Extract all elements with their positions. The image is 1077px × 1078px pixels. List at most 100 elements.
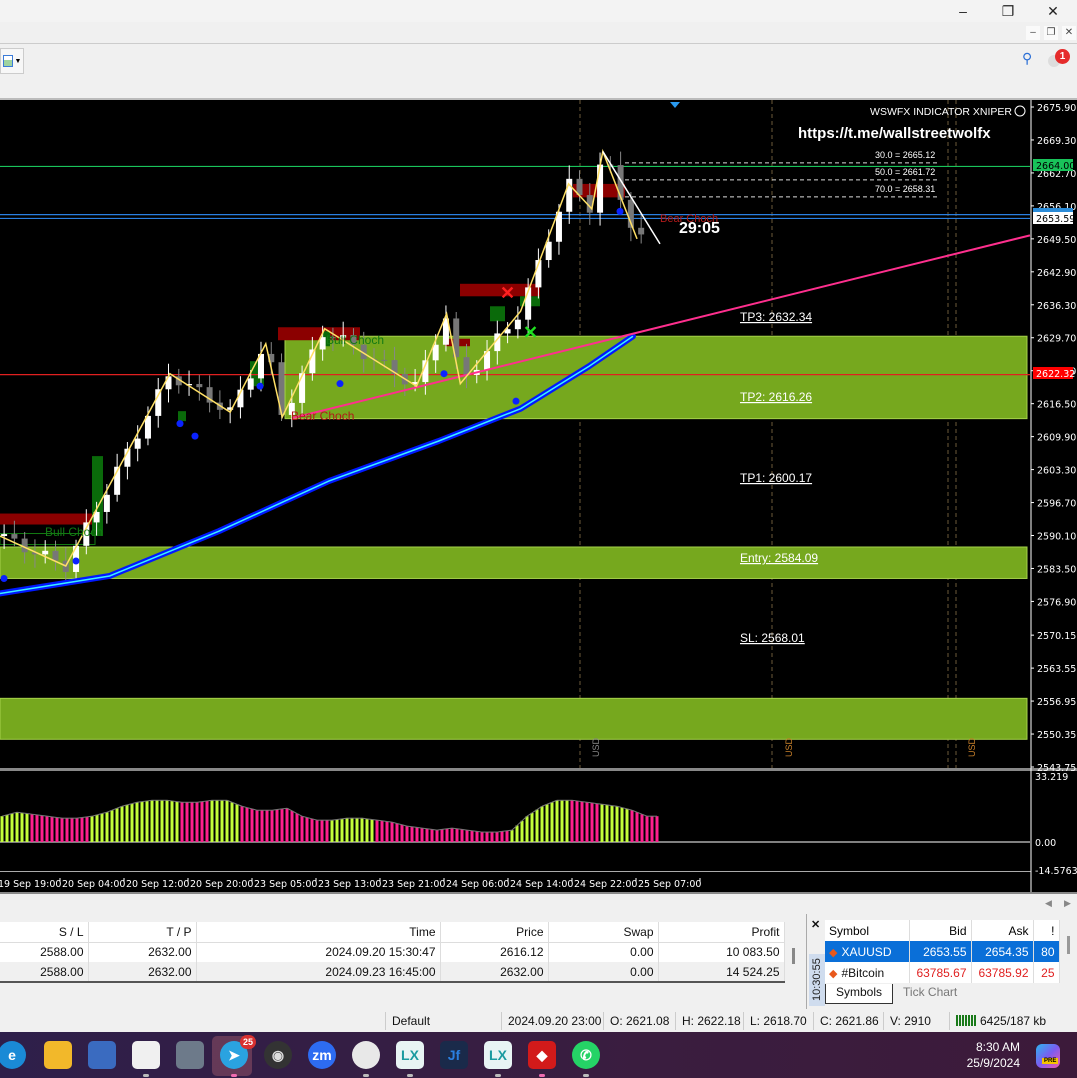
market-watch-tabs: Symbols Tick Chart: [825, 984, 967, 1004]
oscillator-line: [461, 828, 468, 831]
taskbar-lx-app-2-icon[interactable]: LX: [484, 1041, 512, 1077]
symbol-row[interactable]: ◆ XAUUSD 2653.55 2654.35 80: [825, 941, 1060, 962]
price-cell: 2632.00: [440, 962, 549, 983]
oscillator-line: [376, 819, 383, 822]
oscillator-line: [31, 813, 38, 816]
demand-zone: [0, 697, 1028, 740]
candle-body: [299, 373, 306, 403]
oscillator: 33.2190.00-14.5763: [0, 768, 1077, 877]
table-row[interactable]: 2588.00 2632.00 2024.09.23 16:45:00 2632…: [0, 962, 785, 983]
taskbar-edge-icon[interactable]: e: [0, 1041, 26, 1069]
x-tick-label: 19 Sep 19:00: [0, 879, 61, 890]
event-marker-usd[interactable]: USD: [784, 737, 794, 757]
taskbar-chrome-icon[interactable]: [352, 1041, 380, 1077]
template-dropdown-button[interactable]: ▼: [0, 48, 24, 74]
taskbar-lx-app-1-icon[interactable]: LX: [396, 1041, 424, 1077]
taskbar-calculator-icon[interactable]: [176, 1041, 204, 1069]
search-icon[interactable]: ⚲: [1022, 50, 1038, 66]
signal-dot: [440, 370, 448, 378]
chart-canvas[interactable]: ✕✕ 33.2190.00-14.5763 2675.902669.302662…: [0, 100, 1077, 894]
taskbar-telegram-icon[interactable]: ➤ 25: [220, 1035, 256, 1077]
price-cell: 2616.12: [440, 942, 549, 962]
col-ask[interactable]: Ask: [971, 920, 1034, 941]
bid-cell: 63785.67: [909, 962, 972, 983]
copilot-icon[interactable]: PRE: [1036, 1044, 1060, 1068]
tab-tick-chart[interactable]: Tick Chart: [893, 984, 967, 1004]
status-profile[interactable]: Default: [385, 1012, 501, 1030]
scroll-left-icon[interactable]: ◀: [1045, 898, 1052, 909]
y-tick-label: 2603.30: [1037, 466, 1076, 477]
table-row[interactable]: 2588.00 2632.00 2024.09.20 15:30:47 2616…: [0, 942, 785, 962]
taskbar-obs-icon[interactable]: ◉: [264, 1041, 292, 1069]
chart-shift-marker-icon[interactable]: [670, 102, 680, 108]
chart-close-button[interactable]: ✕: [1062, 26, 1076, 40]
oscillator-line: [56, 817, 63, 819]
event-marker-usd[interactable]: USD: [591, 737, 601, 757]
app-glyph: LX: [489, 1047, 507, 1063]
oscillator-line: [366, 818, 373, 820]
oscillator-line: [611, 805, 618, 807]
order-block: [178, 411, 186, 422]
taskbar-snipping-tool-icon[interactable]: [132, 1041, 160, 1077]
oscillator-line: [426, 828, 433, 830]
col-time[interactable]: Time: [196, 922, 441, 943]
signal-dot: [0, 574, 8, 582]
oscillator-line: [166, 799, 173, 802]
candle-body: [42, 550, 49, 555]
spread-cell: 80: [1033, 941, 1060, 962]
close-button[interactable]: ✕: [1038, 1, 1068, 21]
oscillator-line: [606, 804, 613, 807]
chart-minimize-button[interactable]: –: [1026, 26, 1040, 40]
time-cell: 2024.09.20 15:30:47: [196, 942, 441, 962]
tp3-label: TP3: 2632.34: [740, 310, 812, 324]
event-marker-usd[interactable]: USD: [967, 737, 977, 757]
chart-restore-button[interactable]: ❐: [1044, 26, 1058, 40]
oscillator-line: [591, 802, 598, 805]
notification-badge: 1: [1055, 49, 1070, 64]
notifications-button[interactable]: 1: [1048, 49, 1070, 69]
trades-scrollbar[interactable]: [792, 948, 795, 964]
col-price[interactable]: Price: [440, 922, 549, 943]
clock-date: 25/9/2024: [966, 1056, 1020, 1070]
y-tick-label: 2570.15: [1037, 631, 1076, 642]
fib-label-70: 70.0 = 2658.31: [875, 184, 935, 194]
taskbar-file-explorer-icon[interactable]: [44, 1041, 72, 1069]
fib-label-50: 50.0 = 2661.72: [875, 167, 935, 177]
y-tick-label: 2583.50: [1037, 564, 1076, 575]
col-profit[interactable]: Profit: [658, 922, 785, 943]
col-sl[interactable]: S / L: [0, 922, 89, 943]
minimize-button[interactable]: –: [948, 1, 978, 21]
taskbar-network-tool-icon[interactable]: [88, 1041, 116, 1069]
demand-zone: [0, 546, 1028, 579]
metatrader-window: – ❐ ✕ – ❐ ✕ ▼ ⚲ 1 ✕ ✕ 33.219 0.00 -14.57…: [0, 0, 1077, 1078]
symbol-row[interactable]: ◆ #Bitcoin 63785.67 63785.92 25: [825, 962, 1060, 983]
col-symbol[interactable]: Symbol: [825, 920, 910, 941]
chart-scrollbar[interactable]: ◀ ▶: [0, 892, 1077, 914]
col-bid[interactable]: Bid: [909, 920, 972, 941]
chart-template-icon: [2, 55, 13, 67]
candle-body: [545, 241, 552, 261]
oscillator-line: [451, 827, 458, 830]
oscillator-line: [471, 830, 478, 832]
taskbar-red-app-icon[interactable]: ◆: [528, 1041, 556, 1077]
market-watch-scrollbar[interactable]: [1067, 936, 1070, 954]
bull-choch-label: Bull Choch: [45, 525, 103, 539]
col-tp[interactable]: T / P: [88, 922, 197, 943]
oscillator-line: [86, 815, 93, 818]
telegram-link[interactable]: https://t.me/wallstreetwolfx: [798, 125, 991, 142]
col-swap[interactable]: Swap: [548, 922, 659, 943]
tab-symbols[interactable]: Symbols: [825, 984, 894, 1004]
scroll-right-icon[interactable]: ▶: [1064, 898, 1071, 909]
col-spread[interactable]: !: [1033, 920, 1060, 941]
price-chart[interactable]: ✕ ✕ 33.219 0.00 -14.5763 2675.90 2669.30 2662…: [0, 98, 1077, 894]
system-clock[interactable]: 8:30 AM 25/9/2024: [960, 1039, 1020, 1071]
restore-button[interactable]: ❐: [993, 1, 1023, 21]
taskbar-jf-app-icon[interactable]: Jf: [440, 1041, 468, 1069]
osc-tick-label: -14.5763: [1035, 866, 1077, 877]
taskbar-whatsapp-icon[interactable]: ✆: [572, 1041, 600, 1077]
x-tick-label: 23 Sep 13:00: [318, 879, 381, 890]
app-glyph: zm: [312, 1047, 332, 1063]
oscillator-line: [496, 830, 503, 833]
close-icon[interactable]: ✕: [811, 918, 820, 931]
taskbar-zoom-icon[interactable]: zm: [308, 1041, 336, 1069]
